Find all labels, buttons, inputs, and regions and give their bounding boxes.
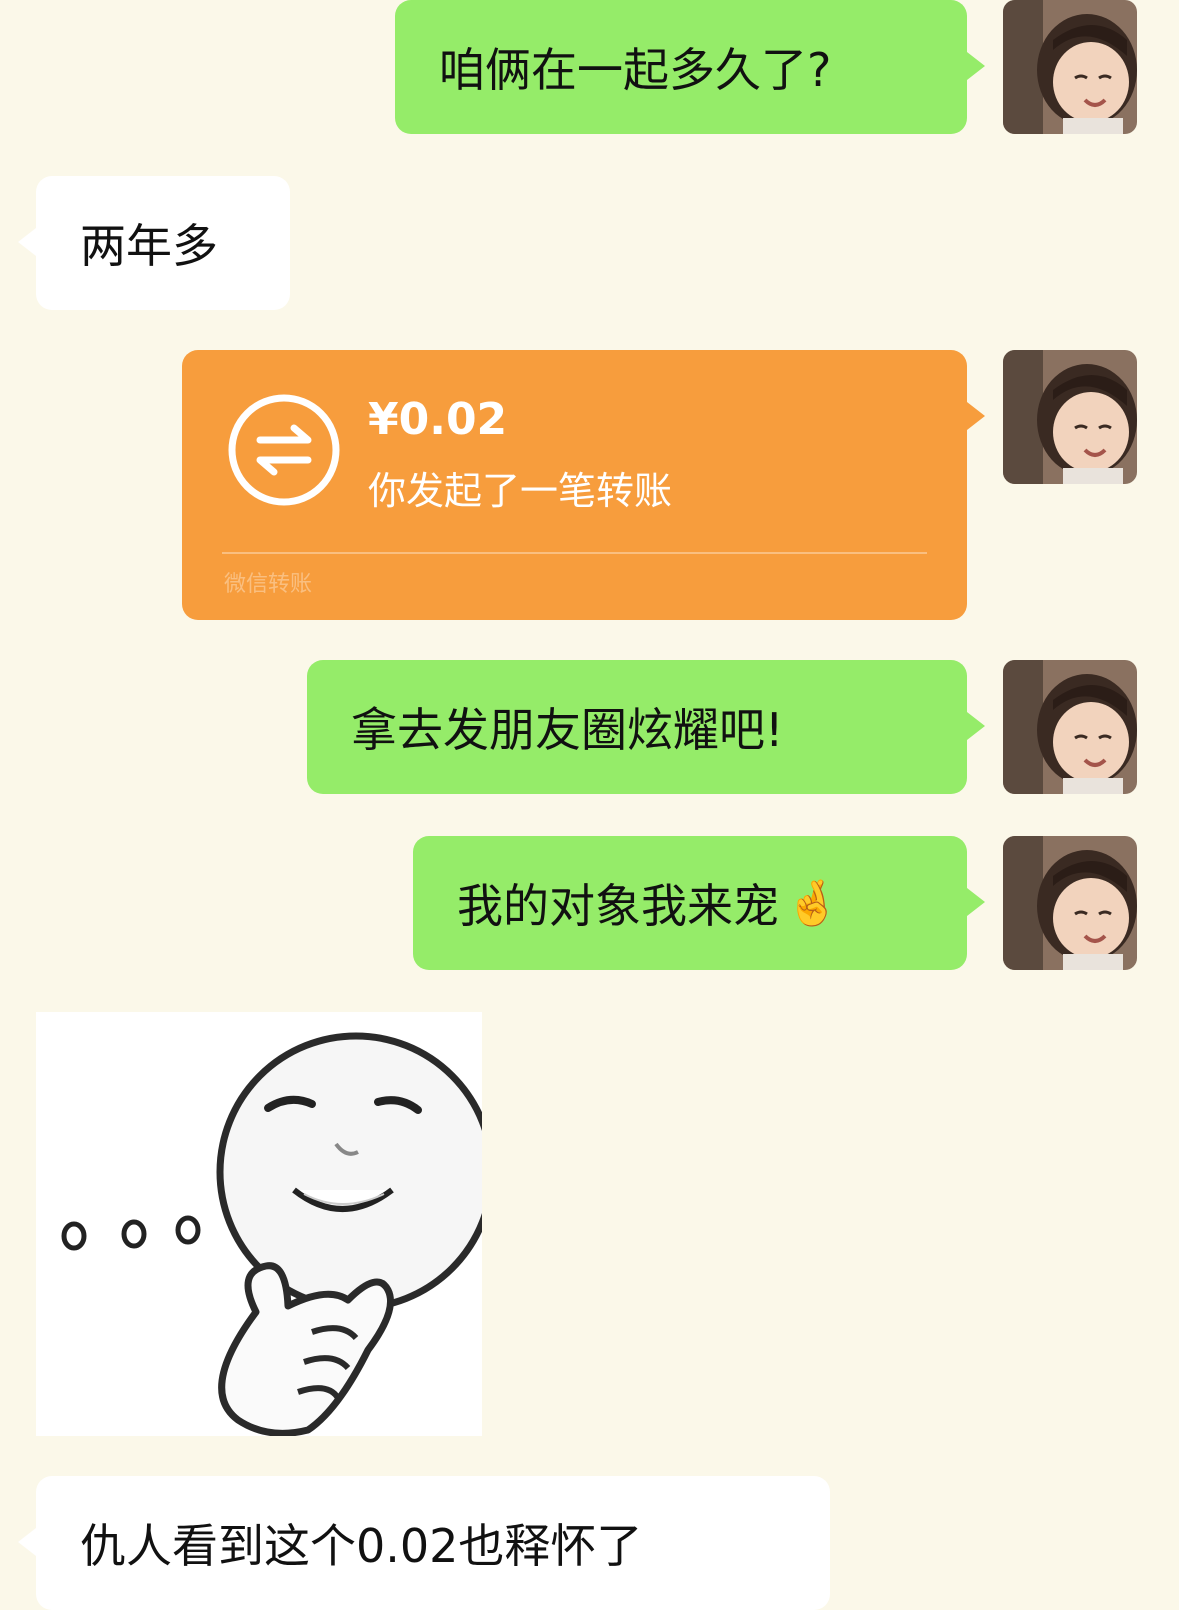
- avatar-photo-icon: [1003, 660, 1137, 794]
- sticker-image[interactable]: [36, 1012, 496, 1437]
- divider: [222, 552, 927, 554]
- avatar-photo-icon: [1003, 836, 1137, 970]
- message-text: 咱俩在一起多久了?: [439, 43, 832, 97]
- transfer-footer: 微信转账: [224, 572, 313, 597]
- avatar-photo-icon: [1003, 350, 1137, 484]
- avatar[interactable]: [1003, 660, 1137, 794]
- message-text: 仇人看到这个0.02也释怀了: [80, 1519, 643, 1573]
- avatar[interactable]: [1003, 836, 1137, 970]
- message-text: 我的对象我来宠: [457, 879, 779, 933]
- message-bubble-outgoing[interactable]: 拿去发朋友圈炫耀吧!: [307, 660, 985, 794]
- transfer-card[interactable]: ¥0.02 你发起了一笔转账 微信转账: [182, 350, 985, 620]
- smiling-face-thinking-sticker-icon: [36, 1012, 496, 1437]
- crossed-fingers-emoji-icon: 🤞: [785, 878, 840, 929]
- message-bubble-incoming[interactable]: 仇人看到这个0.02也释怀了: [18, 1476, 830, 1610]
- message-bubble-outgoing[interactable]: 咱俩在一起多久了?: [395, 0, 985, 134]
- avatar-photo-icon: [1003, 0, 1137, 134]
- avatar[interactable]: [1003, 0, 1137, 134]
- transfer-arrows-icon: [228, 394, 340, 506]
- transfer-amount: ¥0.02: [368, 394, 508, 445]
- message-text: 拿去发朋友圈炫耀吧!: [351, 703, 784, 757]
- transfer-description: 你发起了一笔转账: [368, 469, 673, 513]
- avatar[interactable]: [1003, 350, 1137, 484]
- message-text: 两年多: [80, 219, 218, 273]
- message-bubble-incoming[interactable]: 两年多: [18, 176, 290, 310]
- message-bubble-outgoing[interactable]: 我的对象我来宠 🤞: [413, 836, 985, 970]
